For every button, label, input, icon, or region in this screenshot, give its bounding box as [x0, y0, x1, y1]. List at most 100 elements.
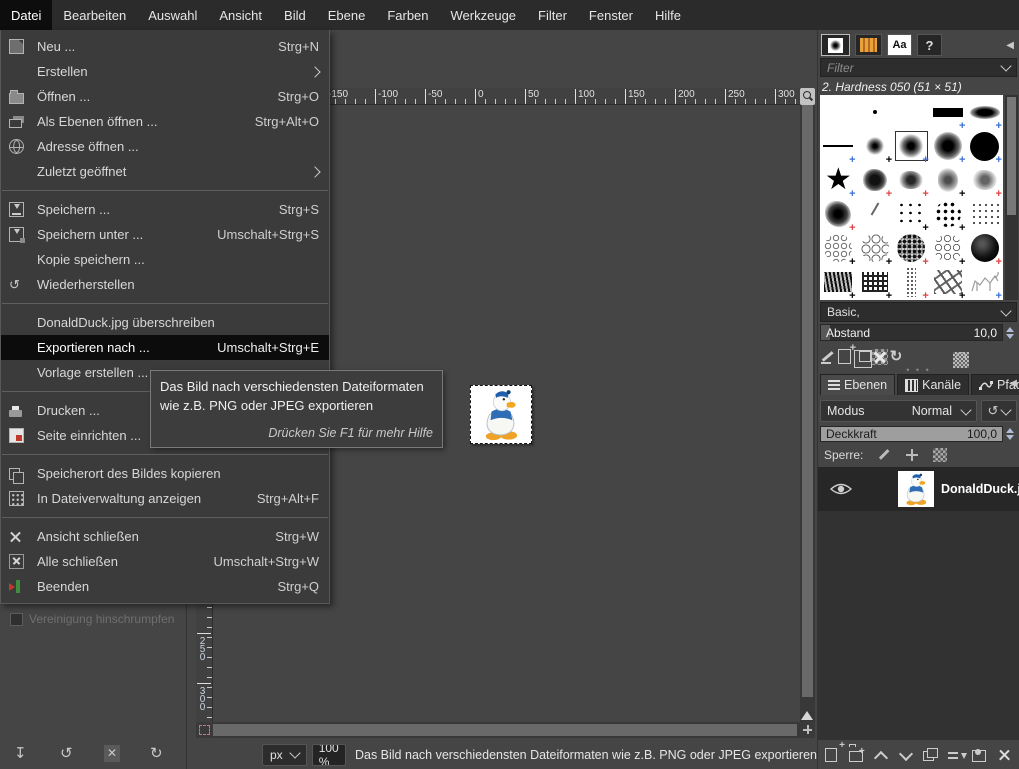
brush-filter-input[interactable]: Filter [820, 58, 1017, 77]
spacing-spinner[interactable] [1004, 325, 1016, 341]
lower-layer-icon[interactable] [899, 746, 914, 762]
menu-hilfe[interactable]: Hilfe [644, 0, 692, 30]
reset-tool-options-icon[interactable]: ↻ [150, 746, 163, 761]
menu-item-dateiverwaltung[interactable]: In Dateiverwaltung anzeigen Strg+Alt+F [1, 486, 329, 511]
menu-filter[interactable]: Filter [527, 0, 578, 30]
brush-thumbnail[interactable]: + [966, 95, 1003, 132]
new-layer-group-icon[interactable] [848, 751, 863, 762]
brush-thumbnail[interactable]: + [966, 265, 1003, 300]
layer-mode-dropdown[interactable]: Modus Normal [820, 400, 977, 422]
menu-farben[interactable]: Farben [376, 0, 439, 30]
lock-position-icon[interactable] [905, 448, 919, 462]
collapse-arrow-icon[interactable]: ◀ [1009, 378, 1017, 389]
layer-visibility-eye-icon[interactable] [830, 482, 852, 496]
menu-bearbeiten[interactable]: Bearbeiten [52, 0, 137, 30]
brush-thumbnail[interactable]: + [930, 129, 967, 166]
menu-item-adresse-oeffnen[interactable]: Adresse öffnen ... [1, 134, 329, 159]
brush-thumbnail[interactable]: + [966, 163, 1003, 200]
zoom-control[interactable]: 100 % [311, 743, 346, 766]
horizontal-scrollbar-thumb[interactable] [213, 724, 797, 736]
brush-thumbnail[interactable]: + [893, 197, 930, 234]
brush-thumbnail[interactable]: + [820, 197, 857, 234]
delete-brush-icon[interactable] [872, 349, 888, 365]
menu-datei[interactable]: Datei [0, 0, 53, 30]
delete-tool-preset-icon[interactable]: ✕ [104, 744, 121, 762]
brush-thumbnail[interactable]: + [966, 231, 1003, 268]
lock-pixels-icon[interactable] [877, 448, 891, 462]
menu-item-speichern[interactable]: Speichern ... Strg+S [1, 197, 329, 222]
open-brush-as-image-icon[interactable] [952, 352, 969, 368]
add-layer-mask-icon[interactable] [972, 750, 987, 762]
tab-patterns[interactable] [855, 34, 882, 56]
menu-item-beenden[interactable]: Beenden Strg+Q [1, 574, 329, 599]
canvas-image-donaldduck[interactable] [470, 385, 532, 444]
menu-bild[interactable]: Bild [273, 0, 317, 30]
zoom-value[interactable]: 100 % [312, 744, 345, 765]
tab-document-history[interactable]: ? [917, 34, 942, 56]
new-layer-icon[interactable] [825, 748, 837, 762]
menu-item-erstellen[interactable]: Erstellen [1, 59, 329, 84]
brush-thumbnail[interactable]: + [857, 163, 894, 200]
tab-brushes[interactable] [821, 34, 850, 56]
brush-thumbnail[interactable]: + [857, 129, 894, 166]
brush-grid-scrollbar[interactable] [1005, 95, 1018, 300]
brush-thumbnail[interactable] [820, 95, 857, 129]
tab-ebenen[interactable]: Ebenen [820, 374, 896, 395]
brush-spacing-slider[interactable]: Abstand 10,0 [820, 324, 1003, 341]
spin-down-icon[interactable] [1006, 334, 1014, 343]
merge-down-icon[interactable] [947, 750, 958, 759]
brush-thumbnail[interactable] [966, 197, 1003, 231]
menu-item-ansicht-schliessen[interactable]: Ansicht schließen Strg+W [1, 524, 329, 549]
tab-fonts[interactable]: Aa [887, 34, 912, 56]
menu-item-ueberschreiben[interactable]: DonaldDuck.jpg überschreiben [1, 310, 329, 335]
menu-item-exportieren-nach[interactable]: Exportieren nach ... Umschalt+Strg+E [1, 335, 329, 360]
vertical-scrollbar[interactable] [800, 105, 815, 722]
dock-drag-handle[interactable]: • • • [818, 366, 1019, 375]
vertical-scrollbar-thumb[interactable] [802, 105, 813, 697]
menu-ansicht[interactable]: Ansicht [208, 0, 273, 30]
menu-item-als-ebenen-oeffnen[interactable]: Als Ebenen öffnen ... Strg+Alt+O [1, 109, 329, 134]
quick-mask-toggle[interactable] [196, 722, 213, 738]
layer-thumbnail[interactable] [898, 471, 934, 507]
brush-thumbnail[interactable] [857, 197, 894, 231]
brush-thumbnail[interactable]: + [930, 265, 967, 300]
duplicate-brush-icon[interactable] [854, 350, 872, 368]
spin-up-icon[interactable] [1006, 424, 1014, 433]
zoom-dropdown[interactable] [344, 744, 345, 765]
layer-mode-switch-button[interactable]: ↺ [981, 400, 1017, 422]
menu-werkzeuge[interactable]: Werkzeuge [440, 0, 528, 30]
brush-thumbnail[interactable]: + [930, 95, 967, 132]
brush-thumbnail[interactable]: + [893, 163, 930, 200]
opacity-spinner[interactable] [1004, 426, 1016, 442]
brush-thumbnail[interactable]: + [966, 129, 1003, 166]
restore-tool-preset-icon[interactable]: ↺ [60, 746, 73, 761]
brush-thumbnail-selected[interactable]: + [893, 129, 930, 166]
menu-item-zuletzt-geoeffnet[interactable]: Zuletzt geöffnet [1, 159, 329, 184]
layer-name[interactable]: DonaldDuck.jp [941, 482, 1019, 496]
menu-item-speichern-unter[interactable]: Speichern unter ... Umschalt+Strg+S [1, 222, 329, 247]
brush-thumbnail[interactable]: + [930, 197, 967, 234]
checkbox-icon[interactable] [10, 612, 23, 626]
menu-fenster[interactable]: Fenster [578, 0, 644, 30]
lock-alpha-icon[interactable] [933, 448, 948, 462]
brush-thumbnail[interactable]: + [930, 163, 967, 200]
refresh-brushes-icon[interactable]: ↻ [888, 349, 904, 365]
menu-item-wiederherstellen[interactable]: ↺ Wiederherstellen [1, 272, 329, 297]
brush-thumbnail[interactable]: + [820, 129, 857, 166]
tab-kanaele[interactable]: Kanäle [897, 374, 970, 395]
save-tool-preset-icon[interactable]: ↧ [14, 746, 27, 761]
raise-layer-icon[interactable] [874, 750, 889, 766]
unit-dropdown[interactable]: px [262, 743, 307, 766]
delete-layer-icon[interactable] [997, 747, 1013, 763]
spin-down-icon[interactable] [1006, 435, 1014, 444]
brush-thumbnail[interactable]: + [857, 265, 894, 300]
brush-thumbnail[interactable]: + [820, 231, 857, 268]
edit-brush-icon[interactable] [820, 349, 836, 365]
brush-thumbnail[interactable]: ★ + [820, 163, 857, 201]
brush-thumbnail[interactable]: + [893, 231, 930, 268]
layer-row[interactable]: DonaldDuck.jp [818, 467, 1019, 511]
collapse-arrow-icon[interactable]: ◀ [1006, 40, 1014, 51]
brush-thumbnail[interactable] [893, 95, 930, 129]
tool-option-checkbox-row[interactable]: Vereinigung hinschrumpfen [10, 612, 174, 626]
brush-thumbnail[interactable]: + [893, 265, 930, 300]
